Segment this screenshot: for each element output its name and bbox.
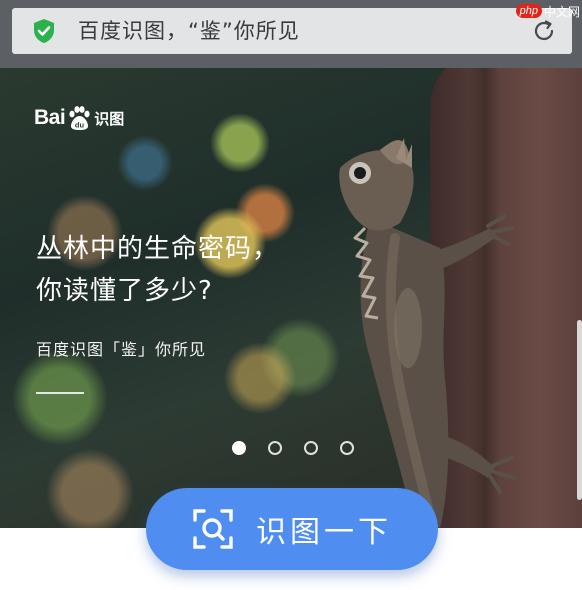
status-bar: 百度识图，“鉴”你所见 [12, 8, 572, 54]
scan-button[interactable]: 识图一下 [146, 488, 438, 570]
headline-line-1: 丛林中的生命密码， [36, 234, 280, 264]
baidu-logo: Bai du 识图 [34, 104, 124, 132]
status-text: 百度识图，“鉴”你所见 [78, 19, 300, 43]
logo-suffix: 识图 [94, 109, 125, 128]
carousel-dot-4[interactable] [340, 441, 354, 455]
watermark-php: php [515, 4, 542, 18]
carousel-dot-3[interactable] [304, 441, 318, 455]
headline: 丛林中的生命密码， 你读懂了多少? [36, 228, 279, 312]
watermark: php 中文网 [515, 2, 580, 20]
scrollbar[interactable] [577, 320, 582, 500]
divider-line [36, 392, 84, 394]
watermark-cn: 中文网 [543, 4, 580, 19]
scan-search-icon [193, 509, 233, 549]
shield-check-icon [34, 19, 54, 43]
logo-paw-text: du [75, 121, 85, 130]
lizard-image [339, 138, 516, 528]
hero-banner[interactable]: Bai du 识图 丛林中的生命密码， 你读懂了多少? 百度识图「鉴」你所见 [0, 68, 582, 528]
logo-text: Bai [34, 106, 66, 129]
carousel-indicator [232, 441, 354, 455]
refresh-icon[interactable] [530, 17, 558, 45]
banner-subtitle: 百度识图「鉴」你所见 [36, 340, 207, 359]
paw-icon: du [69, 106, 90, 130]
carousel-dot-2[interactable] [268, 441, 282, 455]
carousel-dot-1[interactable] [232, 441, 246, 455]
scan-button-label: 识图一下 [256, 515, 392, 550]
headline-line-2: 你读懂了多少? [36, 276, 213, 306]
